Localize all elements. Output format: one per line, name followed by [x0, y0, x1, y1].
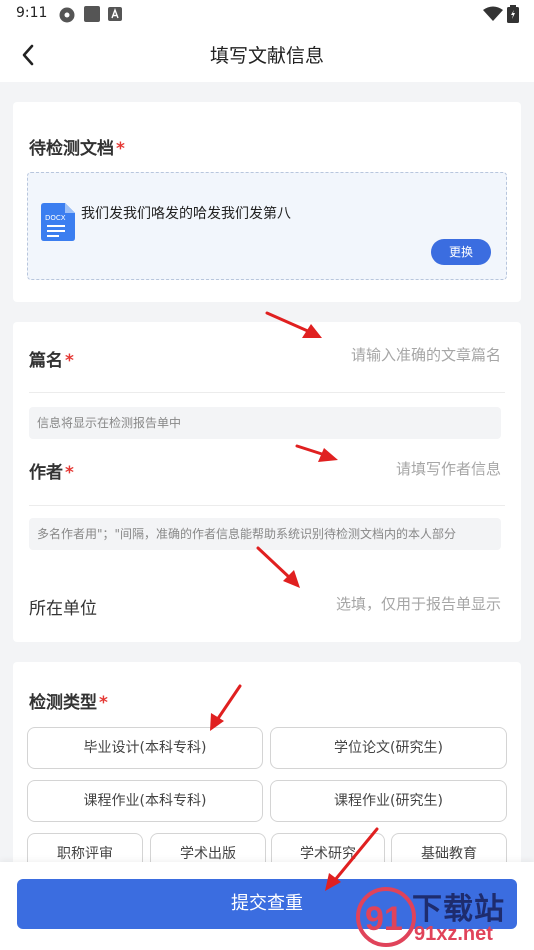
- watermark-url: 91xz.net: [414, 923, 493, 945]
- annotation-arrow: [325, 827, 379, 891]
- watermark-logo-text: 91: [365, 900, 403, 938]
- annotation-arrow: [256, 546, 300, 588]
- watermark-logo-icon: 91: [356, 887, 416, 947]
- annotation-arrow: [210, 684, 242, 731]
- annotation-arrow: [265, 311, 322, 338]
- annotation-arrows: [210, 311, 379, 891]
- annotation-arrow: [295, 444, 338, 462]
- watermark-text: 下载站: [412, 893, 505, 926]
